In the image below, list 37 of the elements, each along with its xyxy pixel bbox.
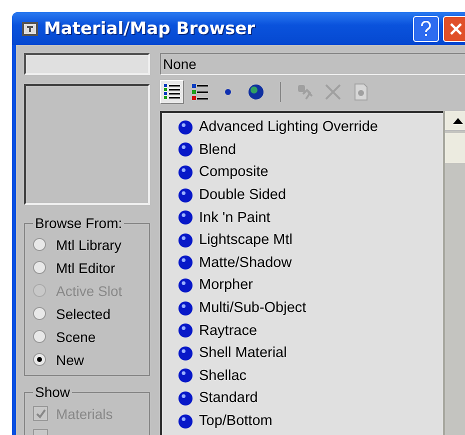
material-item[interactable]: Composite [178, 161, 443, 184]
material-item[interactable]: Multi/Sub-Object [178, 296, 443, 320]
material-name: Morpher [199, 277, 253, 294]
material-item[interactable]: Shell Material [178, 342, 443, 365]
material-item[interactable]: Blend [178, 138, 443, 162]
material-item[interactable]: Double Sided [178, 184, 443, 206]
material-name: Ink 'n Paint [199, 210, 270, 226]
material-item[interactable]: Lightscape Mtl [178, 228, 443, 252]
material-name: Lightscape Mtl [199, 232, 292, 248]
current-map-field[interactable]: None [160, 53, 465, 75]
material-item[interactable]: Advanced Lighting Override [178, 116, 443, 139]
material-item[interactable]: Standard [178, 387, 443, 410]
material-name: Shellac [199, 368, 247, 384]
radio-option[interactable]: New [33, 348, 143, 371]
material-name: Standard [199, 390, 258, 406]
material-name: Double Sided [199, 187, 286, 204]
material-name: Shell Material [199, 345, 287, 362]
material-item[interactable]: Top/Bottom [178, 410, 443, 432]
material-item[interactable]: Raytrace [178, 319, 443, 342]
group-title: Browse From: [34, 215, 124, 231]
window-title: Material/Map Browser [44, 18, 256, 38]
material-name: Top/Bottom [199, 413, 272, 430]
material-item[interactable]: Matte/Shadow [178, 252, 443, 274]
material-name: Blend [199, 142, 236, 158]
radio-option[interactable]: Scene [33, 325, 143, 348]
radio-option[interactable]: Selected [33, 302, 143, 325]
material-item[interactable]: Ink 'n Paint [178, 206, 443, 229]
material-item[interactable]: Shellac [178, 364, 443, 388]
radio-option[interactable]: Mtl Library [33, 233, 143, 256]
material-name: Composite [199, 164, 268, 180]
material-item[interactable]: Morpher [178, 274, 443, 297]
material-name: Raytrace [199, 322, 258, 339]
group-title: Show [34, 384, 72, 400]
material-name: Matte/Shadow [199, 254, 292, 271]
radio-option[interactable]: Mtl Editor [33, 256, 143, 279]
material-name: Multi/Sub-Object [199, 300, 306, 316]
material-name: Advanced Lighting Override [199, 119, 378, 136]
